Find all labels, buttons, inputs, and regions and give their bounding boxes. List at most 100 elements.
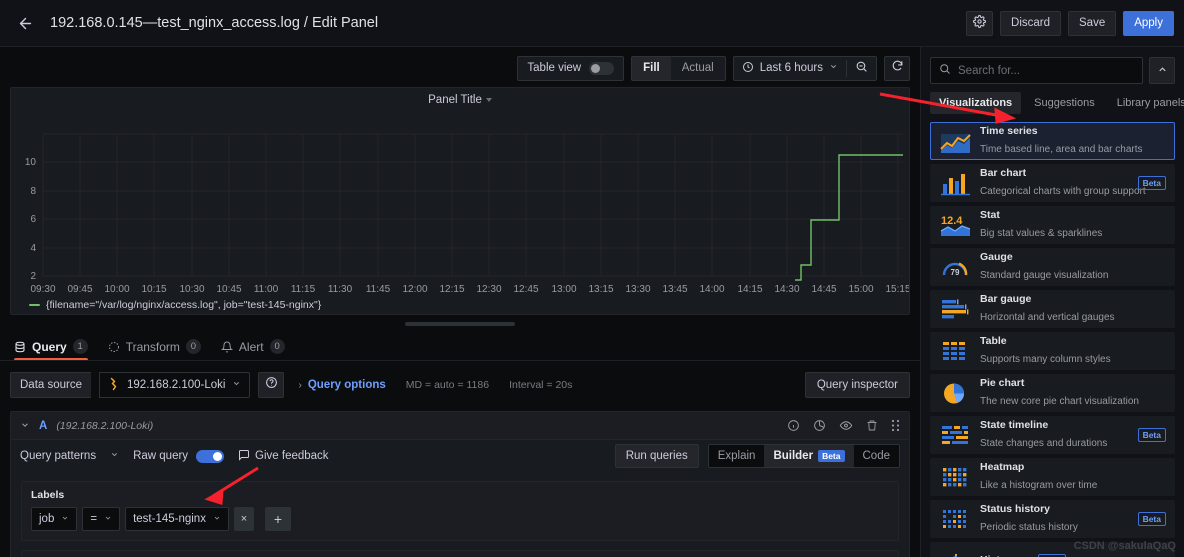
tab-visualizations[interactable]: Visualizations xyxy=(930,92,1022,114)
builder-label: Builder xyxy=(773,450,814,462)
refresh-button[interactable] xyxy=(884,55,910,81)
code-button[interactable]: Code xyxy=(854,445,900,467)
tab-alert[interactable]: Alert 0 xyxy=(220,333,285,360)
viz-option-state-timeline[interactable]: State timeline State changes and duratio… xyxy=(930,416,1175,454)
fill-button[interactable]: Fill xyxy=(632,56,671,80)
zoom-out-button[interactable] xyxy=(847,56,876,81)
collapse-sidebar-button[interactable] xyxy=(1149,57,1175,84)
database-icon xyxy=(14,341,26,353)
query-row-actions xyxy=(787,419,900,432)
query-options-label: Query options xyxy=(307,379,386,391)
viz-desc: State changes and durations xyxy=(980,437,1108,449)
viz-desc: Big stat values & sparklines xyxy=(980,227,1103,239)
query-row-subheader: Query patterns Raw query Give feedback R… xyxy=(11,440,909,472)
viz-name-line: Status history xyxy=(980,503,1123,516)
viz-name-line: Stat xyxy=(980,209,1166,222)
drag-handle-icon[interactable] xyxy=(891,419,900,432)
table-view-toggle[interactable]: Table view xyxy=(518,56,623,81)
explain-button[interactable]: Explain xyxy=(709,445,765,467)
time-range-picker[interactable]: Last 6 hours xyxy=(734,56,846,81)
viz-option-gauge[interactable]: 79 Gauge Standard gauge visualization xyxy=(930,248,1175,286)
viz-text: Stat Big stat values & sparklines xyxy=(980,209,1166,240)
viz-name: State timeline xyxy=(980,419,1049,432)
raw-query-label: Raw query xyxy=(133,450,189,462)
visualization-sidebar: Visualizations Suggestions Library panel… xyxy=(920,47,1184,557)
run-queries-button[interactable]: Run queries xyxy=(614,444,699,468)
datasource-help-button[interactable] xyxy=(258,372,285,398)
tab-suggestions[interactable]: Suggestions xyxy=(1025,92,1104,114)
raw-query-toggle[interactable]: Raw query xyxy=(133,449,225,463)
tab-transform[interactable]: Transform 0 xyxy=(108,333,201,360)
viz-option-heatmap[interactable]: Heatmap Like a histogram over time xyxy=(930,458,1175,496)
save-button[interactable]: Save xyxy=(1068,10,1117,36)
datasource-picker[interactable]: 192.168.2.100-Loki xyxy=(99,372,251,398)
svg-text:12:30: 12:30 xyxy=(476,284,501,295)
query-row-a: A (192.168.2.100-Loki) Query patterns Ra… xyxy=(10,411,910,557)
chart-legend[interactable]: {filename="/var/log/nginx/access.log", j… xyxy=(11,297,909,314)
heatmap-icon xyxy=(939,464,971,491)
query-options-md: MD = auto = 1186 xyxy=(405,379,490,391)
query-options-toggle[interactable]: › Query options xyxy=(298,379,385,391)
status-history-icon xyxy=(939,506,971,533)
bell-icon xyxy=(220,341,233,353)
viz-name-line: Bar gauge xyxy=(980,293,1166,306)
viz-option-stat[interactable]: 12.4 Stat Big stat values & sparklines xyxy=(930,206,1175,244)
chevron-down-icon xyxy=(110,450,119,462)
trash-icon[interactable] xyxy=(866,419,878,432)
pane-resize-handle[interactable] xyxy=(0,315,920,333)
discard-button[interactable]: Discard xyxy=(1000,10,1061,36)
viz-name: Table xyxy=(980,335,1007,348)
svg-text:09:45: 09:45 xyxy=(67,284,92,295)
svg-text:13:15: 13:15 xyxy=(588,284,613,295)
viz-option-status-history[interactable]: Status history Periodic status history B… xyxy=(930,500,1175,538)
viz-desc: Supports many column styles xyxy=(980,353,1111,365)
viz-option-bar-chart[interactable]: Bar chart Categorical charts with group … xyxy=(930,164,1175,202)
chevron-down-icon[interactable] xyxy=(20,417,30,435)
builder-button[interactable]: Builder Beta xyxy=(764,445,854,467)
svg-text:11:15: 11:15 xyxy=(291,284,316,295)
viz-option-histogram[interactable]: Histogram Beta xyxy=(930,542,1175,557)
viz-option-table[interactable]: Table Supports many column styles xyxy=(930,332,1175,370)
search-box[interactable] xyxy=(930,57,1143,84)
viz-option-time-series[interactable]: Time series Time based line, area and ba… xyxy=(930,122,1175,160)
viz-text: Gauge Standard gauge visualization xyxy=(980,251,1166,282)
label-key-select[interactable]: job xyxy=(31,507,78,531)
viz-desc: Like a histogram over time xyxy=(980,479,1098,491)
back-button[interactable] xyxy=(14,12,36,34)
duplicate-icon[interactable] xyxy=(813,419,826,432)
give-feedback-button[interactable]: Give feedback xyxy=(238,449,329,464)
tab-library-panels[interactable]: Library panels xyxy=(1108,92,1184,114)
query-pane: Data source 192.168.2.100-Loki › Query o… xyxy=(0,361,920,557)
panel-header[interactable]: Panel Title xyxy=(11,88,909,112)
eye-icon[interactable] xyxy=(839,419,853,432)
visualization-list: Time series Time based line, area and ba… xyxy=(921,122,1184,557)
add-label-button[interactable]: + xyxy=(264,507,291,531)
query-patterns-select[interactable]: Query patterns xyxy=(20,450,119,462)
label-value-select[interactable]: test-145-nginx xyxy=(125,507,229,531)
viz-name-line: Table xyxy=(980,335,1166,348)
actual-button[interactable]: Actual xyxy=(671,57,725,80)
feedback-icon xyxy=(238,449,250,464)
query-inspector-button[interactable]: Query inspector xyxy=(804,372,910,398)
tab-transform-label: Transform xyxy=(125,339,180,354)
info-circle-icon[interactable] xyxy=(787,419,800,432)
chart-area[interactable]: 10 8 6 4 2 09:30 09:45 10:00 10:15 10:30… xyxy=(11,112,909,297)
viz-text: Time series Time based line, area and ba… xyxy=(980,125,1166,156)
chart-x-axis: 09:30 09:45 10:00 10:15 10:30 10:45 11:00 11… xyxy=(30,284,909,295)
label-operator-select[interactable]: = xyxy=(82,507,121,531)
tab-query[interactable]: Query 1 xyxy=(14,333,88,360)
svg-text:79: 79 xyxy=(950,268,959,277)
viz-beta-badge: Beta xyxy=(1137,428,1166,442)
apply-button[interactable]: Apply xyxy=(1123,10,1174,36)
drag-handle-icon[interactable] xyxy=(405,322,515,326)
viz-option-pie-chart[interactable]: Pie chart The new core pie chart visuali… xyxy=(930,374,1175,412)
search-input[interactable] xyxy=(958,64,1134,77)
viz-desc: Horizontal and vertical gauges xyxy=(980,311,1115,323)
visualization-toolbar: Table view Fill Actual Last 6 hours xyxy=(0,53,920,83)
tab-query-label: Query xyxy=(32,339,67,354)
table-view-switch[interactable] xyxy=(589,61,615,75)
viz-option-bar-gauge[interactable]: Bar gauge Horizontal and vertical gauges xyxy=(930,290,1175,328)
panel-settings-button[interactable] xyxy=(966,10,994,36)
raw-query-switch[interactable] xyxy=(196,449,225,463)
remove-label-button[interactable]: × xyxy=(233,507,254,531)
